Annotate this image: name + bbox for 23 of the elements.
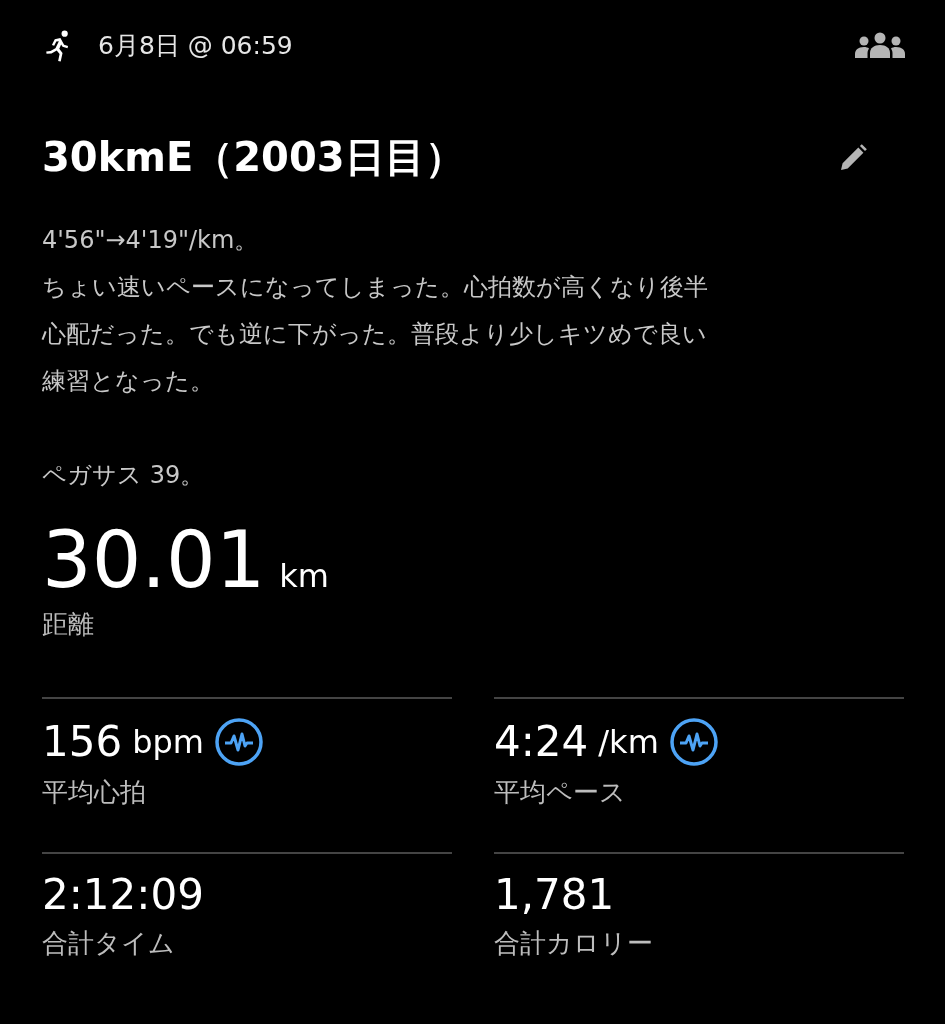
stat-label: 合計タイム <box>42 927 176 961</box>
stat-label: 平均心拍 <box>42 776 147 809</box>
description-line: 4'56"→4'19"/km。 <box>42 225 260 256</box>
activity-title: 30kmE（2003日目） <box>42 133 465 182</box>
chart-icon[interactable] <box>213 717 264 767</box>
chart-icon[interactable] <box>668 717 719 767</box>
stat-value: 4:24 <box>494 718 589 766</box>
distance-unit: km <box>279 557 329 595</box>
description-line: ちょい速いペースになってしまった。心拍数が高くなり後半 <box>42 272 709 303</box>
activity-date: 6月8日 @ 06:59 <box>98 29 294 62</box>
stat-label: 平均ペース <box>494 776 627 809</box>
stat-label: 合計カロリー <box>494 927 654 961</box>
group-icon[interactable] <box>855 32 905 58</box>
distance-value: 30.01 <box>42 521 266 599</box>
description-line: 練習となった。 <box>42 366 215 397</box>
stat-value: 2:12:09 <box>42 872 204 919</box>
distance-label: 距離 <box>42 608 95 641</box>
stat-value: 156 <box>42 718 123 766</box>
stat-value: 1,781 <box>494 872 615 919</box>
description-line: 心配だった。でも逆に下がった。普段より少しキツめで良い <box>42 319 708 350</box>
stat-unit: bpm <box>132 723 204 761</box>
stat-unit: /km <box>598 723 659 761</box>
description-line: ペガサス 39。 <box>42 460 206 491</box>
